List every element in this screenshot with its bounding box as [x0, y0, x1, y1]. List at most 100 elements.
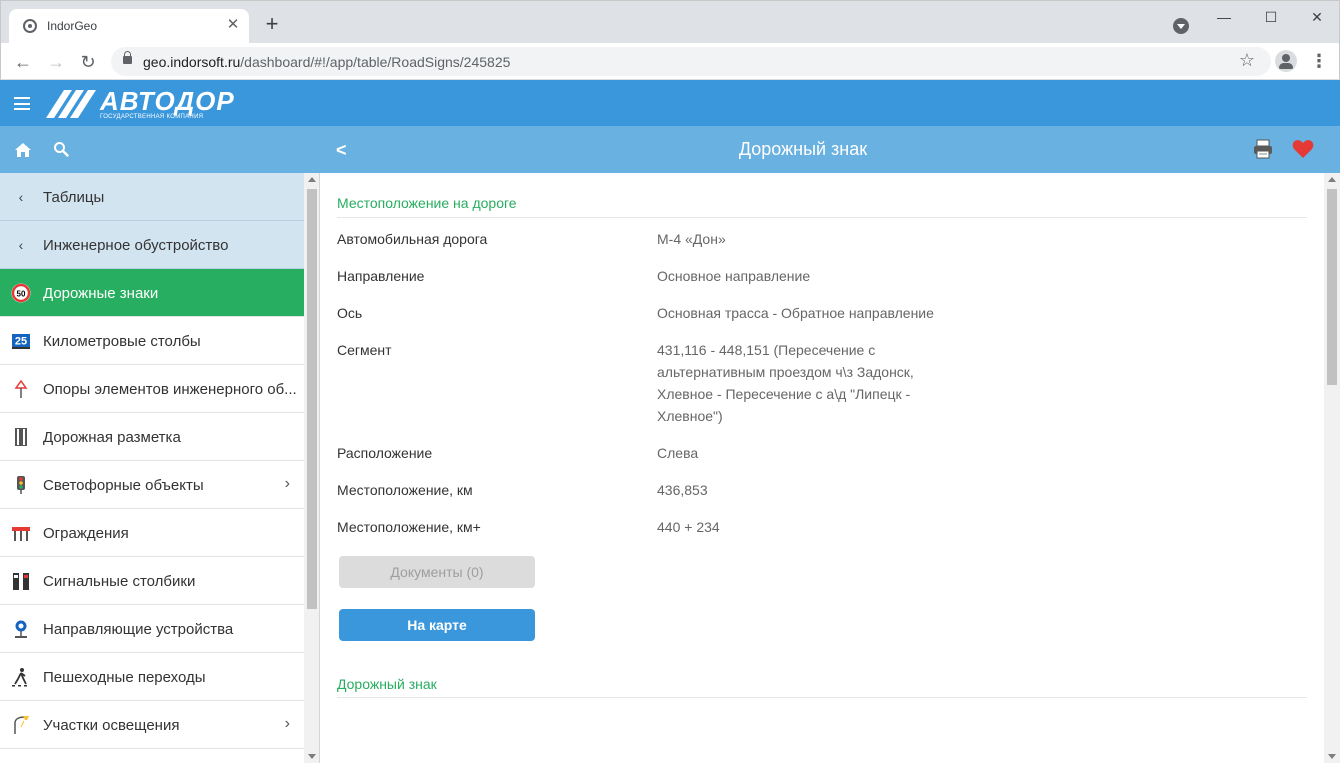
logo-stripes-icon	[46, 90, 96, 118]
pedestrian-crossing-icon	[11, 667, 31, 687]
traffic-light-icon	[11, 475, 31, 495]
sidebar-scrollbar[interactable]	[304, 173, 319, 763]
forward-arrow-icon[interactable]: →	[43, 49, 69, 75]
section-title-location: Местоположение на дороге	[337, 195, 517, 211]
browser-tabstrip: IndorGeo ✕ + — ☐ ✕	[0, 0, 1340, 44]
sidebar-item-label: Дорожные знаки	[43, 285, 159, 302]
field-value-direction: Основное направление	[657, 268, 811, 284]
chevron-right-icon: ›	[284, 475, 290, 492]
page-toolbar: < Дорожный знак	[0, 126, 1340, 173]
hamburger-menu-icon[interactable]	[14, 97, 30, 110]
support-pole-icon	[11, 379, 31, 399]
home-icon[interactable]	[14, 142, 32, 158]
lighting-icon	[11, 715, 31, 735]
sidebar-scroll-thumb[interactable]	[307, 189, 317, 609]
back-arrow-icon[interactable]: ←	[10, 49, 36, 75]
sidebar-item-label: Таблицы	[43, 189, 105, 206]
favorite-heart-icon[interactable]	[1292, 139, 1314, 159]
svg-text:25: 25	[15, 336, 27, 348]
url-path: /dashboard/#!/app/table/RoadSigns/245825	[240, 54, 511, 70]
field-label-road: Автомобильная дорога	[337, 231, 488, 247]
sidebar-item-label: Светофорные объекты	[43, 477, 204, 494]
browser-toolbar: ← → ↻ geo.indorsoft.ru/dashboard/#!/app/…	[0, 43, 1340, 80]
field-value-location-km-plus: 440 + 234	[657, 519, 720, 535]
sidebar-item-lighting[interactable]: Участки освещения ›	[0, 701, 304, 749]
scroll-down-icon[interactable]	[308, 754, 316, 759]
globe-favicon-icon	[23, 19, 37, 33]
window-maximize-button[interactable]: ☐	[1257, 7, 1285, 27]
reload-icon[interactable]: ↻	[75, 49, 101, 75]
signal-post-icon	[11, 571, 31, 591]
logo-subtitle: ГОСУДАРСТВЕННАЯ КОМПАНИЯ	[100, 114, 204, 120]
field-value-location-km: 436,853	[657, 482, 708, 498]
url-text[interactable]: geo.indorsoft.ru/dashboard/#!/app/table/…	[143, 54, 510, 70]
window-minimize-button[interactable]: —	[1210, 7, 1238, 27]
sidebar-item-label: Дорожная разметка	[43, 429, 181, 446]
field-value-placement: Слева	[657, 445, 699, 461]
sidebar-item-guide-devices[interactable]: Направляющие устройства	[0, 605, 304, 653]
section-title-road-sign: Дорожный знак	[337, 676, 437, 692]
new-tab-button[interactable]: +	[261, 13, 283, 35]
field-value-segment: 431,116 - 448,151 (Пересечение с альтерн…	[657, 342, 914, 424]
field-label-location-km: Местоположение, км	[337, 482, 473, 498]
window-close-button[interactable]: ✕	[1303, 7, 1331, 27]
sidebar-item-signal-posts[interactable]: Сигнальные столбики	[0, 557, 304, 605]
barrier-icon	[11, 523, 31, 543]
sidebar-item-label: Сигнальные столбики	[43, 573, 196, 590]
profile-dropdown-icon[interactable]	[1173, 18, 1189, 34]
printer-icon[interactable]	[1252, 138, 1274, 160]
sidebar-item-label: Направляющие устройства	[43, 621, 234, 638]
avtodor-logo: АВТОДОР ГОСУДАРСТВЕННАЯ КОМПАНИЯ	[42, 86, 242, 122]
field-label-axis: Ось	[337, 305, 363, 321]
sidebar-item-traffic-lights[interactable]: Светофорные объекты ›	[0, 461, 304, 509]
guide-device-icon	[11, 619, 31, 639]
sidebar-item-pedestrian-crossings[interactable]: Пешеходные переходы	[0, 653, 304, 701]
sidebar-item-label: Инженерное обустройство	[43, 237, 229, 254]
sidebar-item-supports[interactable]: Опоры элементов инженерного об...	[0, 365, 304, 413]
logo-title: АВТОДОР	[100, 86, 235, 116]
sidebar-item-label: Километровые столбы	[43, 333, 201, 350]
road-marking-icon	[11, 427, 31, 447]
address-bar[interactable]: geo.indorsoft.ru/dashboard/#!/app/table/…	[111, 47, 1271, 76]
sidebar-item-tables[interactable]: ‹ Таблицы	[0, 173, 304, 221]
search-icon[interactable]	[53, 141, 69, 157]
bookmark-star-icon[interactable]: ☆	[1239, 50, 1255, 71]
detail-panel: Местоположение на дороге Автомобильная д…	[321, 173, 1324, 763]
field-label-placement: Расположение	[337, 445, 433, 461]
field-value-axis: Основная трасса - Обратное направление	[657, 305, 934, 321]
scroll-up-icon[interactable]	[1328, 177, 1336, 182]
field-label-direction: Направление	[337, 268, 425, 284]
url-host: geo.indorsoft.ru	[143, 54, 241, 70]
profile-avatar-icon[interactable]	[1275, 50, 1297, 72]
browser-tab[interactable]: IndorGeo ✕	[9, 9, 249, 44]
sidebar-item-kilometer-posts[interactable]: 25 Километровые столбы	[0, 317, 304, 365]
sidebar: ‹ Таблицы ‹ Инженерное обустройство 50 Д…	[0, 173, 320, 763]
chevron-left-icon: ‹	[18, 237, 24, 253]
main-scrollbar[interactable]	[1324, 173, 1340, 763]
sidebar-item-barriers[interactable]: Ограждения	[0, 509, 304, 557]
sidebar-item-engineering[interactable]: ‹ Инженерное обустройство	[0, 221, 304, 269]
tab-close-icon[interactable]: ✕	[225, 17, 241, 33]
sidebar-item-label: Участки освещения	[43, 717, 180, 734]
speed-limit-sign-icon: 50	[11, 283, 31, 303]
chevron-right-icon: ›	[284, 715, 290, 732]
app-header: АВТОДОР ГОСУДАРСТВЕННАЯ КОМПАНИЯ	[0, 80, 1340, 126]
documents-button: Документы (0)	[339, 556, 535, 588]
browser-menu-icon[interactable]: ⋮	[1309, 51, 1329, 71]
lock-icon	[123, 51, 132, 64]
sidebar-item-label: Пешеходные переходы	[43, 669, 206, 686]
show-on-map-button[interactable]: На карте	[339, 609, 535, 641]
page-title: Дорожный знак	[738, 139, 868, 159]
field-label-segment: Сегмент	[337, 342, 392, 358]
kilometer-post-icon: 25	[11, 331, 31, 351]
sidebar-item-road-signs[interactable]: 50 Дорожные знаки	[0, 269, 304, 317]
field-value-road: М-4 «Дон»	[657, 231, 726, 247]
scroll-down-icon[interactable]	[1328, 754, 1336, 759]
field-label-location-km-plus: Местоположение, км+	[337, 519, 481, 535]
sidebar-item-road-marking[interactable]: Дорожная разметка	[0, 413, 304, 461]
scroll-up-icon[interactable]	[308, 177, 316, 182]
section-divider	[337, 697, 1307, 698]
sidebar-item-label: Ограждения	[43, 525, 129, 542]
chevron-left-icon: ‹	[18, 189, 24, 205]
main-scroll-thumb[interactable]	[1327, 189, 1337, 385]
